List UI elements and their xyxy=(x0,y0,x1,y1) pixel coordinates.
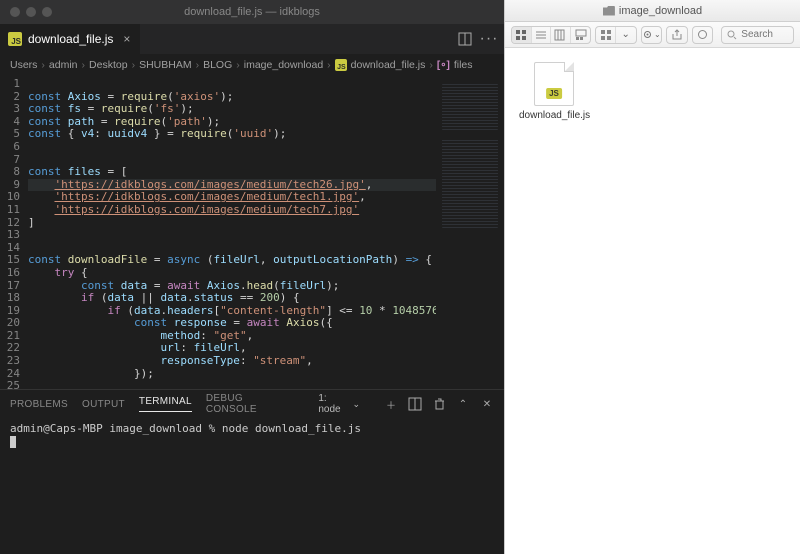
chevron-down-icon: ⌄ xyxy=(352,399,360,410)
arrange-segment[interactable]: ⌄ xyxy=(595,26,636,44)
window-traffic-lights[interactable] xyxy=(10,7,52,17)
terminal-body[interactable]: admin@Caps-MBP image_download % node dow… xyxy=(0,418,504,554)
finder-toolbar: ⌄ ⌄ xyxy=(505,22,800,48)
editor-tab-active[interactable]: JS download_file.js × xyxy=(0,24,141,54)
tags-icon[interactable] xyxy=(692,26,714,44)
new-terminal-icon[interactable]: ＋ xyxy=(384,397,398,411)
js-icon: JS xyxy=(546,88,562,99)
folder-icon xyxy=(603,6,615,16)
file-item[interactable]: JS download_file.js xyxy=(519,62,589,121)
terminal-session-label: 1: node xyxy=(318,393,348,415)
finder-window: image_download ⌄ ⌄ xyxy=(504,0,800,554)
maximize-panel-icon[interactable]: ⌃ xyxy=(456,397,470,411)
share-icon[interactable] xyxy=(666,26,688,44)
panel-tab-terminal[interactable]: Terminal xyxy=(139,396,192,412)
finder-search[interactable] xyxy=(721,26,794,44)
window-title: download_file.js — idkblogs xyxy=(184,6,320,18)
minimap[interactable] xyxy=(436,76,504,389)
bottom-panel: Problems Output Terminal Debug Console 1… xyxy=(0,389,504,554)
terminal-line: admin@Caps-MBP image_download % node dow… xyxy=(10,422,494,435)
close-panel-icon[interactable]: ✕ xyxy=(480,397,494,411)
code-body[interactable]: const Axios = require('axios');const fs … xyxy=(28,76,504,389)
tab-actions: ··· xyxy=(458,24,504,54)
crumb[interactable]: admin xyxy=(49,59,78,71)
file-label: download_file.js xyxy=(519,110,589,121)
search-input[interactable] xyxy=(741,29,788,40)
terminal-cursor xyxy=(10,436,16,448)
window-titlebar: download_file.js — idkblogs xyxy=(0,0,504,24)
icon-view-icon[interactable] xyxy=(512,27,532,43)
panel-tab-output[interactable]: Output xyxy=(82,399,125,410)
more-icon[interactable]: ··· xyxy=(482,32,496,46)
crumb[interactable]: image_download xyxy=(244,59,323,71)
trash-icon[interactable] xyxy=(432,397,446,411)
close-dot[interactable] xyxy=(10,7,20,17)
breadcrumb[interactable]: Users› admin› Desktop› SHUBHAM› BLOG› im… xyxy=(0,54,504,76)
view-mode-segment[interactable] xyxy=(511,26,591,44)
finder-title: image_download xyxy=(619,5,702,17)
crumb[interactable]: SHUBHAM xyxy=(139,59,192,71)
panel-tab-problems[interactable]: Problems xyxy=(10,399,68,410)
group-icon[interactable] xyxy=(596,27,616,43)
tab-filename: download_file.js xyxy=(28,32,113,46)
gallery-view-icon[interactable] xyxy=(571,27,591,43)
vscode-window: download_file.js — idkblogs JS download_… xyxy=(0,0,504,554)
crumb[interactable]: BLOG xyxy=(203,59,232,71)
min-dot[interactable] xyxy=(26,7,36,17)
crumb[interactable]: Users xyxy=(10,59,37,71)
line-gutter: 1234567891011121314151617181920212223242… xyxy=(0,76,28,389)
list-view-icon[interactable] xyxy=(532,27,552,43)
action-gear-icon[interactable]: ⌄ xyxy=(641,26,663,44)
editor-tabs: JS download_file.js × ··· xyxy=(0,24,504,54)
column-view-icon[interactable] xyxy=(551,27,571,43)
search-icon xyxy=(727,30,737,40)
max-dot[interactable] xyxy=(42,7,52,17)
crumb-symbol[interactable]: files xyxy=(454,59,473,71)
crumb-file[interactable]: download_file.js xyxy=(351,59,426,71)
split-editor-icon[interactable] xyxy=(458,32,472,46)
split-terminal-icon[interactable] xyxy=(408,397,422,411)
close-icon[interactable]: × xyxy=(123,32,130,46)
panel-tab-debug[interactable]: Debug Console xyxy=(206,393,290,415)
finder-body[interactable]: JS download_file.js xyxy=(505,48,800,554)
finder-titlebar: image_download xyxy=(505,0,800,22)
file-icon: JS xyxy=(534,62,574,106)
symbol-array-icon: [∘] xyxy=(437,60,450,71)
terminal-selector[interactable]: 1: node ⌄ xyxy=(318,393,360,415)
chevron-down-icon[interactable]: ⌄ xyxy=(616,27,636,43)
js-icon: JS xyxy=(8,32,22,46)
crumb[interactable]: Desktop xyxy=(89,59,128,71)
js-icon: JS xyxy=(335,59,347,71)
code-editor[interactable]: 1234567891011121314151617181920212223242… xyxy=(0,76,504,389)
